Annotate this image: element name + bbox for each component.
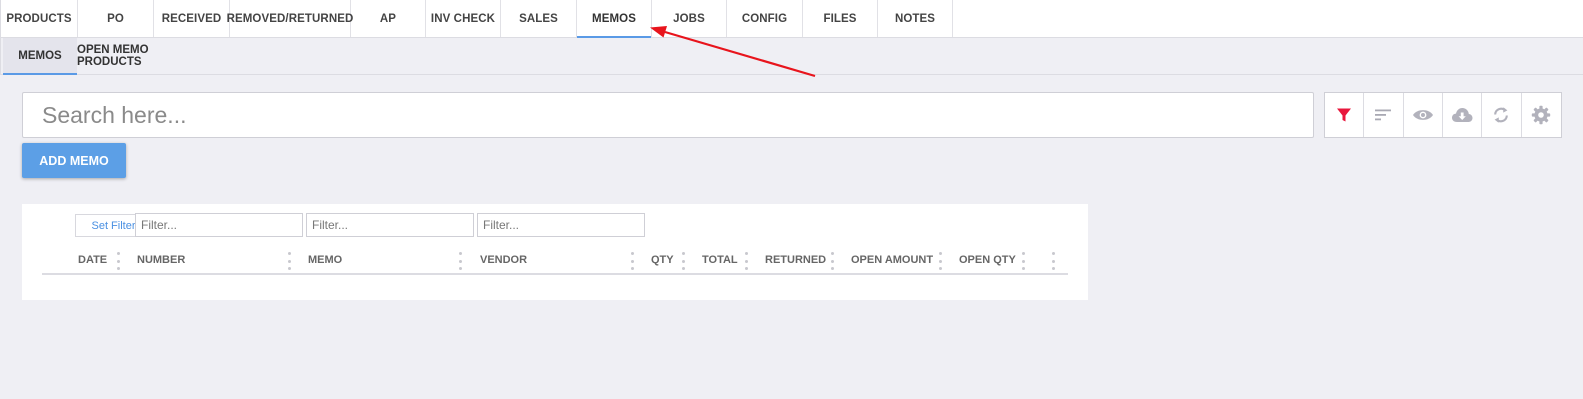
sub-nav-bar: MEMOS OPEN MEMO PRODUCTS (0, 38, 1583, 75)
column-resize-handle[interactable] (117, 252, 120, 270)
tab-po[interactable]: PO (78, 0, 154, 37)
filter-number-input[interactable] (135, 213, 303, 237)
tab-products[interactable]: PRODUCTS (1, 0, 78, 37)
tab-files[interactable]: FILES (803, 0, 878, 37)
column-header-memo[interactable]: MEMO (308, 254, 342, 268)
download-button[interactable] (1443, 93, 1483, 137)
subtab-memos[interactable]: MEMOS (3, 38, 77, 75)
column-resize-handle[interactable] (682, 252, 685, 270)
column-header-vendor[interactable]: VENDOR (480, 254, 527, 268)
column-header-open-qty[interactable]: OPEN QTY (959, 254, 1016, 268)
cloud-download-icon (1452, 108, 1473, 122)
tab-ap[interactable]: AP (351, 0, 426, 37)
column-resize-handle[interactable] (459, 252, 462, 270)
column-header-total[interactable]: TOTAL (702, 254, 738, 268)
column-header-open-amount[interactable]: OPEN AMOUNT (851, 254, 933, 268)
visibility-button[interactable] (1404, 93, 1443, 137)
column-header-date[interactable]: DATE (78, 254, 107, 268)
tab-removed-returned[interactable]: REMOVED/RETURNED (227, 0, 353, 37)
tab-received[interactable]: RECEIVED (154, 0, 230, 37)
add-memo-button[interactable]: ADD MEMO (22, 143, 126, 178)
sort-button[interactable] (1364, 93, 1404, 137)
column-resize-handle[interactable] (631, 252, 634, 270)
gear-icon (1532, 105, 1551, 125)
top-nav-bar: PRODUCTS PO RECEIVED REMOVED/RETURNED AP… (0, 0, 1583, 38)
column-resize-handle[interactable] (1052, 252, 1055, 270)
settings-button[interactable] (1522, 93, 1561, 137)
column-resize-handle[interactable] (831, 252, 834, 270)
column-resize-handle[interactable] (745, 252, 748, 270)
column-header-returned[interactable]: RETURNED (765, 254, 826, 268)
tab-jobs[interactable]: JOBS (652, 0, 727, 37)
column-resize-handle[interactable] (1022, 252, 1025, 270)
sort-icon (1375, 109, 1392, 121)
sync-icon (1494, 107, 1509, 123)
column-resize-handle[interactable] (288, 252, 291, 270)
tab-notes[interactable]: NOTES (878, 0, 953, 37)
tab-config[interactable]: CONFIG (727, 0, 803, 37)
memos-grid: Set Filter DATE NUMBER MEMO VENDOR QTY T… (22, 204, 1088, 300)
search-input[interactable] (22, 92, 1314, 138)
eye-icon (1412, 110, 1433, 120)
refresh-button[interactable] (1482, 93, 1522, 137)
filter-button[interactable] (1325, 93, 1365, 137)
filter-memo-input[interactable] (306, 213, 474, 237)
subtab-open-memo-products[interactable]: OPEN MEMO PRODUCTS (77, 38, 215, 74)
tab-inv-check[interactable]: INV CHECK (426, 0, 501, 37)
grid-toolbar (1324, 92, 1562, 138)
header-divider (42, 273, 1068, 275)
tab-memos[interactable]: MEMOS (577, 0, 652, 38)
column-header-number[interactable]: NUMBER (137, 254, 185, 268)
tab-sales[interactable]: SALES (501, 0, 577, 37)
filter-vendor-input[interactable] (477, 213, 645, 237)
filter-icon (1337, 108, 1352, 122)
column-header-qty[interactable]: QTY (651, 254, 674, 268)
column-resize-handle[interactable] (939, 252, 942, 270)
